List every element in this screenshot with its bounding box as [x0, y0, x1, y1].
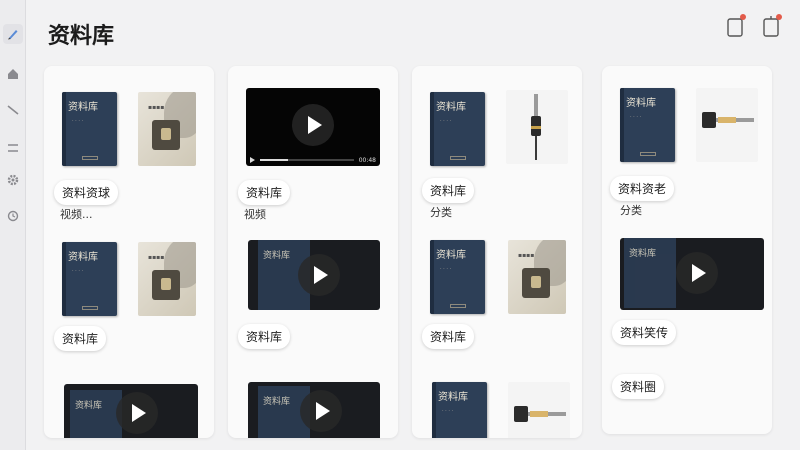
- video-duration: 00:48: [358, 156, 376, 164]
- category-tag[interactable]: 资料库: [422, 178, 475, 203]
- subcategory-label: 分类: [620, 204, 642, 217]
- library-column: 资料库 · · · · 资料库 分类 资料库 · · · · ▪▪▪▪ 资料库 资料…: [412, 66, 582, 438]
- category-tag[interactable]: 资料库: [238, 324, 291, 349]
- subcategory-label: 视频: [244, 208, 266, 221]
- menu-icon[interactable]: [3, 138, 23, 158]
- video-player[interactable]: 00:48: [246, 88, 380, 166]
- app-window: 资料库 资料库 · · · · ▪▪▪▪ 资料资球 视频... 资料库 · · · …: [0, 0, 800, 450]
- category-tag[interactable]: 资料库: [54, 326, 107, 351]
- library-column: 资料库 · · · · ▪▪▪▪ 资料资球 视频... 资料库 · · · · ▪▪…: [44, 66, 214, 438]
- book-thumbnail[interactable]: 资料库 · · · ·: [62, 92, 117, 166]
- header: 资料库: [26, 0, 800, 58]
- book-thumbnail[interactable]: 资料库 · · · ·: [430, 240, 485, 314]
- category-tag[interactable]: 资料资球: [54, 180, 119, 205]
- home-icon[interactable]: [3, 64, 23, 84]
- video-thumbnail[interactable]: 资料库: [64, 384, 198, 438]
- category-tag[interactable]: 资料库: [238, 180, 291, 205]
- sidebar: [0, 0, 26, 450]
- category-tag[interactable]: 资料圈: [612, 374, 665, 399]
- play-icon[interactable]: [298, 254, 340, 296]
- category-tag[interactable]: 资料库: [422, 324, 475, 349]
- video-thumbnail[interactable]: 资料库: [248, 382, 380, 438]
- book-thumbnail[interactable]: 资料库 · · · ·: [62, 242, 117, 316]
- tool-thumbnail[interactable]: [696, 88, 758, 162]
- play-icon[interactable]: [676, 252, 718, 294]
- book-thumbnail[interactable]: 资料库 · · · ·: [620, 88, 675, 162]
- library-column: 00:48 资料库 视频 资料库 资料库 资料库: [228, 66, 398, 438]
- play-small-icon[interactable]: [250, 157, 255, 163]
- tool-thumbnail[interactable]: [508, 382, 570, 438]
- category-tag[interactable]: 资料笑传: [612, 320, 677, 345]
- tool-thumbnail[interactable]: [506, 90, 568, 164]
- play-icon[interactable]: [292, 104, 334, 146]
- artwork-thumbnail[interactable]: ▪▪▪▪: [138, 92, 196, 166]
- video-thumbnail[interactable]: 资料库: [620, 238, 764, 310]
- edit-icon[interactable]: [3, 24, 23, 44]
- play-icon[interactable]: [300, 390, 342, 432]
- notification-dot: [740, 14, 746, 20]
- tool-icon[interactable]: [3, 100, 23, 120]
- subcategory-label: 视频...: [60, 208, 93, 221]
- play-icon[interactable]: [116, 392, 158, 434]
- video-controls[interactable]: 00:48: [246, 154, 380, 166]
- subcategory-label: 分类: [430, 206, 452, 219]
- notification-button[interactable]: [726, 14, 746, 38]
- library-column: 资料库 · · · · 资料资老 分类 资料库 资料笑传 资料圈: [602, 66, 772, 434]
- artwork-thumbnail[interactable]: ▪▪▪▪: [138, 242, 196, 316]
- share-button[interactable]: [762, 14, 782, 38]
- settings-icon[interactable]: [3, 170, 23, 190]
- page-title: 资料库: [48, 24, 115, 49]
- history-icon[interactable]: [3, 206, 23, 226]
- book-thumbnail[interactable]: 资料库 · · · ·: [432, 382, 487, 438]
- artwork-thumbnail[interactable]: ▪▪▪▪: [508, 240, 566, 314]
- notification-dot: [776, 14, 782, 20]
- book-thumbnail[interactable]: 资料库 · · · ·: [430, 92, 485, 166]
- category-tag[interactable]: 资料资老: [610, 176, 675, 201]
- progress-bar[interactable]: [260, 159, 354, 161]
- video-thumbnail[interactable]: 资料库: [248, 240, 380, 310]
